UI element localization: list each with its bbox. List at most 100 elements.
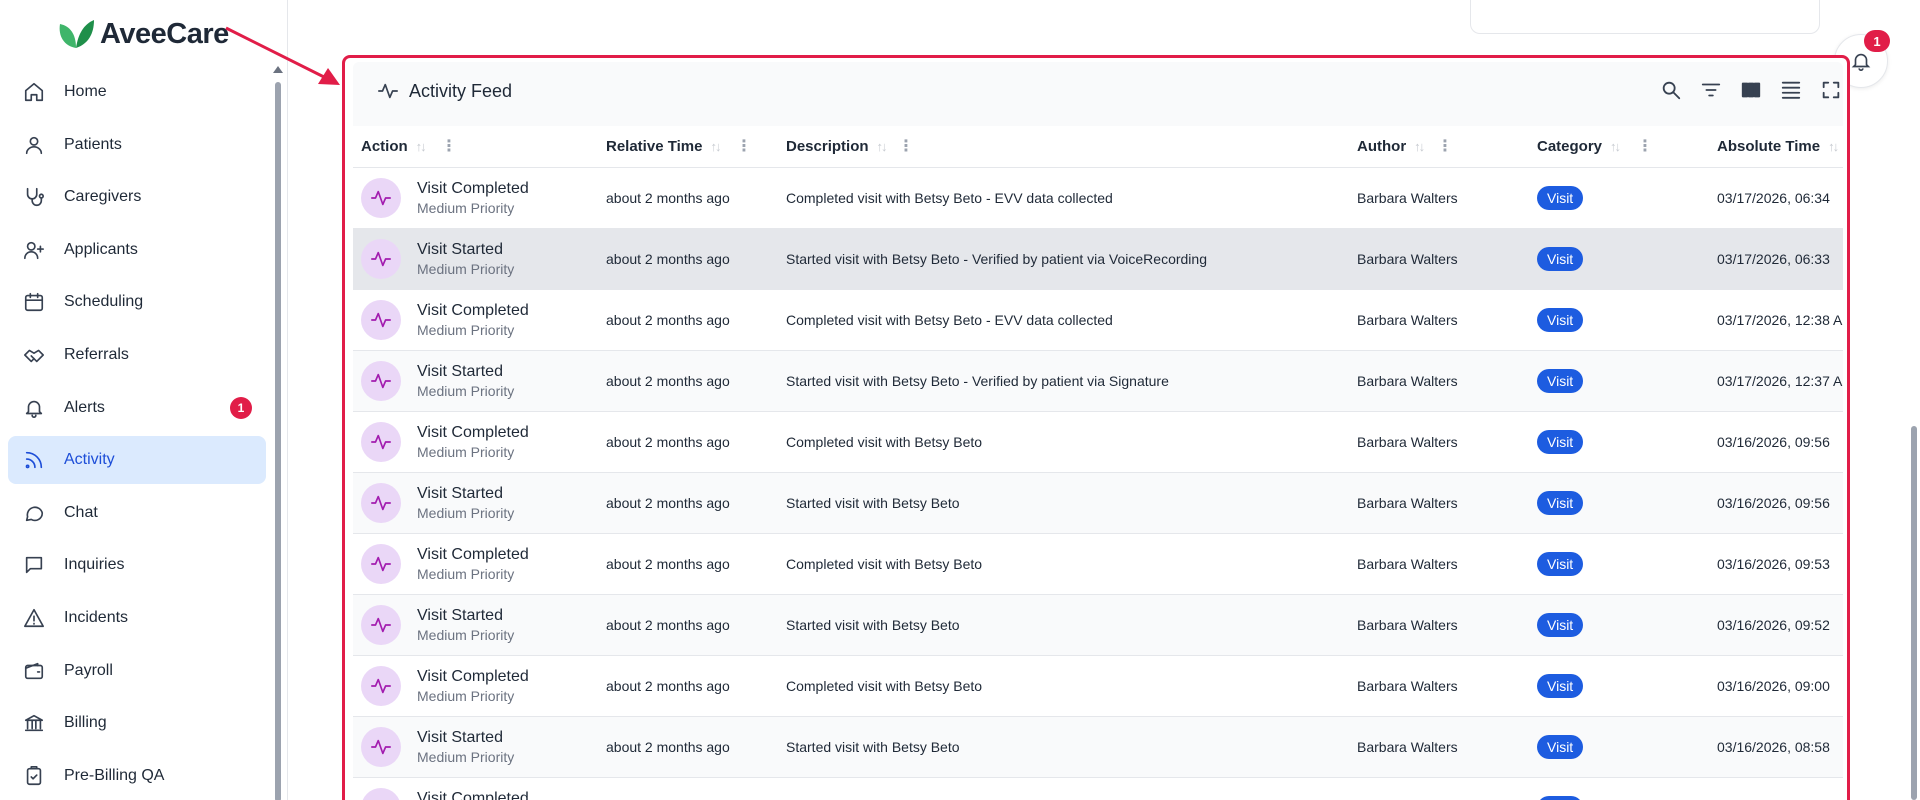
action-title: Visit Started xyxy=(417,241,503,258)
density-button[interactable] xyxy=(1779,78,1803,102)
sidebar-item-caregivers[interactable]: Caregivers xyxy=(8,173,266,221)
cell-action: Visit Started Medium Priority xyxy=(353,239,598,279)
sidebar-item-payroll[interactable]: Payroll xyxy=(8,647,266,695)
action-title: Visit Started xyxy=(417,363,503,380)
column-header-label: Relative Time xyxy=(606,138,703,155)
cell-author: Barbara Walters xyxy=(1357,434,1458,450)
activity-pulse-icon xyxy=(361,361,401,401)
action-text: Visit Started Medium Priority xyxy=(417,362,514,400)
sidebar-scrollbar[interactable] xyxy=(273,66,283,800)
brand-logo[interactable]: AveeCare xyxy=(56,14,229,54)
column-header-description[interactable]: Description ↑↓ ⋮ xyxy=(778,126,1349,168)
category-chip: Visit xyxy=(1537,369,1584,393)
column-menu-icon[interactable]: ⋮ xyxy=(898,138,914,154)
table-row[interactable]: Visit Started Medium Priority about 2 mont… xyxy=(353,595,1843,656)
density-icon xyxy=(1781,81,1801,99)
action-title: Visit Completed xyxy=(417,424,529,441)
activity-pulse-icon xyxy=(361,544,401,584)
filter-button[interactable] xyxy=(1699,78,1723,102)
table-row[interactable]: Visit Started Medium Priority about 2 mont… xyxy=(353,717,1843,778)
table-row[interactable]: Visit Completed Medium Priority about 2 mo… xyxy=(353,656,1843,717)
sidebar-item-inquiries[interactable]: Inquiries xyxy=(8,541,266,589)
home-icon xyxy=(22,80,46,104)
column-header-action[interactable]: Action ↑↓ ⋮ xyxy=(353,126,598,168)
sort-icon[interactable]: ↑↓ xyxy=(416,139,427,154)
sidebar-item-label: Patients xyxy=(64,135,122,153)
sidebar-item-patients[interactable]: Patients xyxy=(8,121,266,169)
cell-description: Completed visit with Betsy Beto xyxy=(786,434,983,450)
cell-absolute-time: 03/16/2026, 09:00 xyxy=(1717,678,1830,694)
table-row[interactable]: Visit Completed Medium Priority about 2 mo… xyxy=(353,412,1843,473)
rss-icon xyxy=(22,448,46,472)
action-priority: Medium Priority xyxy=(417,383,515,399)
activity-pulse-icon xyxy=(378,83,398,99)
cell-category: Visit xyxy=(1529,491,1709,515)
sidebar-item-activity[interactable]: Activity xyxy=(8,436,266,485)
cell-category: Visit xyxy=(1529,430,1709,454)
cell-category: Visit xyxy=(1529,735,1709,759)
search-button[interactable] xyxy=(1659,78,1683,102)
sidebar-item-chat[interactable]: Chat xyxy=(8,489,266,537)
cell-absolute-time: 03/16/2026, 09:56 xyxy=(1717,434,1830,450)
panel-title-text: Activity Feed xyxy=(409,80,513,101)
sidebar-item-pre-billing-qa[interactable]: Pre-Billing QA xyxy=(8,752,266,800)
sort-icon[interactable]: ↑↓ xyxy=(1610,139,1621,154)
activity-pulse-icon xyxy=(361,483,401,523)
sort-icon[interactable]: ↑↓ xyxy=(877,139,888,154)
sidebar-item-scheduling[interactable]: Scheduling xyxy=(8,278,266,326)
column-menu-icon[interactable]: ⋮ xyxy=(736,138,752,154)
table-row[interactable]: Visit Started Medium Priority about 2 mont… xyxy=(353,473,1843,534)
sidebar-item-alerts[interactable]: Alerts 1 xyxy=(8,384,266,432)
sidebar-item-billing[interactable]: Billing xyxy=(8,699,266,747)
column-header-absolute-time[interactable]: Absolute Time ↑↓ xyxy=(1709,126,1843,168)
cell-description: Started visit with Betsy Beto - Verified… xyxy=(786,373,1169,389)
cell-absolute-time: 03/17/2026, 12:37 A xyxy=(1717,373,1843,389)
action-text: Visit Completed Medium Priority xyxy=(417,667,529,705)
sidebar-item-home[interactable]: Home xyxy=(8,68,266,116)
column-menu-icon[interactable]: ⋮ xyxy=(1437,138,1453,154)
cell-relative-time: about 2 months ago xyxy=(606,312,730,328)
column-header-label: Action xyxy=(361,138,408,155)
cell-action: Visit Completed Medium Priority xyxy=(353,544,598,584)
sort-icon[interactable]: ↑↓ xyxy=(1828,139,1839,154)
column-header-author[interactable]: Author ↑↓ ⋮ xyxy=(1349,126,1529,168)
scroll-up-arrow-icon[interactable] xyxy=(273,66,283,73)
action-priority: Medium Priority xyxy=(417,444,515,460)
column-menu-icon[interactable]: ⋮ xyxy=(1637,138,1653,154)
sidebar-item-referrals[interactable]: Referrals xyxy=(8,331,266,379)
action-text: Visit Completed Medium Priority xyxy=(417,545,529,583)
category-chip: Visit xyxy=(1537,430,1584,454)
table-row[interactable]: Visit CompletedMedium Priority Visit xyxy=(353,778,1843,800)
table-row[interactable]: Visit Started Medium Priority about 2 mont… xyxy=(353,229,1843,290)
table-row[interactable]: Visit Completed Medium Priority about 2 mo… xyxy=(353,290,1843,351)
table-row[interactable]: Visit Completed Medium Priority about 2 mo… xyxy=(353,534,1843,595)
sort-icon[interactable]: ↑↓ xyxy=(710,139,721,154)
cell-absolute-time: 03/16/2026, 09:56 xyxy=(1717,495,1830,511)
column-menu-icon[interactable]: ⋮ xyxy=(441,138,457,154)
table-row[interactable]: Visit Completed Medium Priority about 2 mo… xyxy=(353,168,1843,229)
cell-relative-time: about 2 months ago xyxy=(606,495,730,511)
action-title: Visit Completed xyxy=(417,790,529,800)
cell-author: Barbara Walters xyxy=(1357,495,1458,511)
action-priority: Medium Priority xyxy=(417,566,515,582)
columns-button[interactable] xyxy=(1739,78,1763,102)
table-row[interactable]: Visit Started Medium Priority about 2 mont… xyxy=(353,351,1843,412)
cell-description: Started visit with Betsy Beto xyxy=(786,495,960,511)
sidebar-item-applicants[interactable]: Applicants xyxy=(8,226,266,274)
column-header-relative-time[interactable]: Relative Time ↑↓ ⋮ xyxy=(598,126,778,168)
page-scrollbar[interactable] xyxy=(1908,0,1920,800)
activity-pulse-icon xyxy=(361,178,401,218)
page-scroll-thumb[interactable] xyxy=(1911,426,1917,800)
cell-relative-time: about 2 months ago xyxy=(606,373,730,389)
cell-description: Completed visit with Betsy Beto xyxy=(786,556,983,572)
sidebar-item-incidents[interactable]: Incidents xyxy=(8,594,266,642)
column-header-category[interactable]: Category ↑↓ ⋮ xyxy=(1529,126,1709,168)
sort-icon[interactable]: ↑↓ xyxy=(1414,139,1425,154)
user-plus-icon xyxy=(22,238,46,262)
action-title: Visit Started xyxy=(417,729,503,746)
sidebar-item-label: Inquiries xyxy=(64,556,125,574)
fullscreen-button[interactable] xyxy=(1819,78,1843,102)
sidebar-scroll-thumb[interactable] xyxy=(275,82,281,800)
action-text: Visit Completed Medium Priority xyxy=(417,423,529,461)
cell-author: Barbara Walters xyxy=(1357,556,1458,572)
